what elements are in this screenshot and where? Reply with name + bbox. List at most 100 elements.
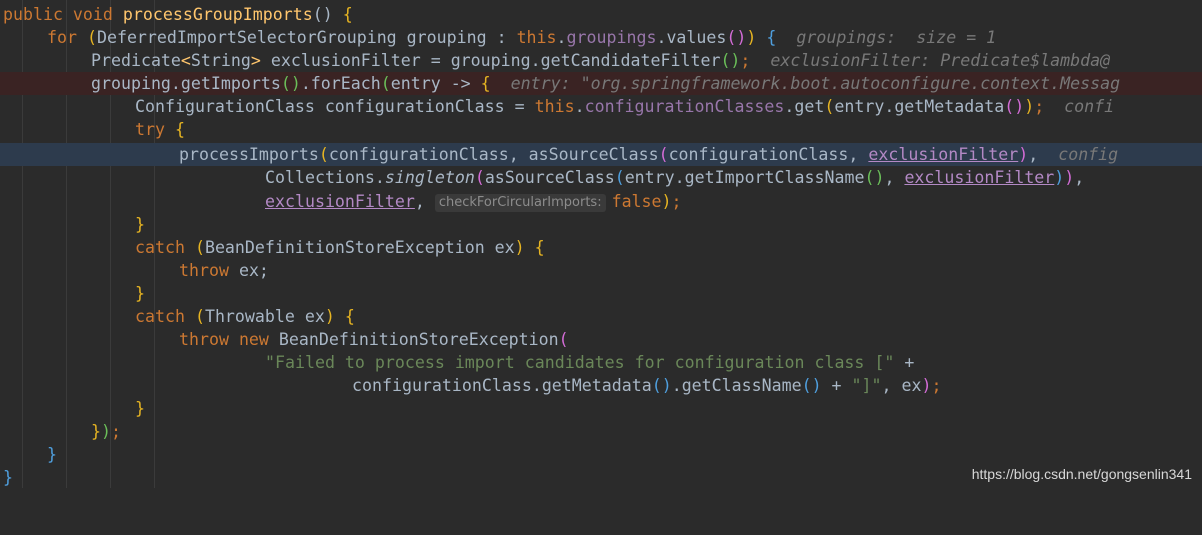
comma: , [1074, 168, 1085, 187]
brace: { [766, 28, 777, 47]
paren: ) [1064, 168, 1075, 187]
code-line[interactable]: catch (Throwable ex) { [0, 305, 1202, 328]
code-line[interactable]: configurationClass.getMetadata().getClas… [0, 374, 1202, 397]
paren: ( [558, 330, 569, 349]
brace: { [344, 307, 355, 326]
method-call: .values [656, 28, 727, 47]
arguments: configurationClass, asSourceClass [328, 145, 659, 164]
class-ref: BeanDefinitionStoreException [278, 330, 559, 349]
field: groupings [566, 28, 657, 47]
comma: , [884, 168, 905, 187]
paren: ) [1054, 168, 1065, 187]
brace: } [3, 468, 13, 487]
paren: ( [194, 238, 205, 257]
arguments: , ex [881, 376, 922, 395]
brace: { [174, 120, 185, 139]
code-line[interactable]: ConfigurationClass configurationClass = … [0, 95, 1202, 118]
code-line[interactable]: catch (BeanDefinitionStoreException ex) … [0, 236, 1202, 259]
lambda: entry -> [390, 74, 481, 93]
inline-debug-value: groupings: size = 1 [776, 28, 997, 47]
inline-debug-value: config [1038, 145, 1119, 164]
field: configurationClasses [584, 97, 785, 116]
generic-bracket: < [180, 51, 191, 70]
parens: () [312, 5, 343, 24]
generic-bracket: > [250, 51, 261, 70]
parens: () [720, 51, 741, 70]
paren: ) [1024, 97, 1035, 116]
keyword: catch [135, 307, 195, 326]
keyword: catch [135, 238, 195, 257]
code-line[interactable]: exclusionFilter, checkForCircularImports… [0, 190, 1202, 213]
brace: } [135, 399, 145, 418]
keyword: try [135, 120, 175, 139]
inline-debug-value: confi [1044, 97, 1115, 116]
semicolon: ; [111, 422, 121, 441]
field: exclusionFilter [904, 168, 1055, 187]
brace: } [91, 422, 101, 441]
paren: ) [514, 238, 525, 257]
paren: ) [101, 422, 111, 441]
keyword: for [47, 28, 87, 47]
code-line[interactable]: }); [0, 420, 1202, 443]
code-line[interactable]: "Failed to process import candidates for… [0, 351, 1202, 374]
operator: + [821, 376, 852, 395]
parens: () [1004, 97, 1025, 116]
method-name: processGroupImports [122, 5, 313, 24]
code-line[interactable]: Predicate<String> exclusionFilter = grou… [0, 49, 1202, 72]
semicolon: ; [1034, 97, 1045, 116]
method-call: configurationClass.getMetadata [352, 376, 652, 395]
field: exclusionFilter [868, 145, 1019, 164]
comma: , [1028, 145, 1039, 164]
keyword: false [611, 192, 662, 211]
code-line[interactable]: } [0, 213, 1202, 236]
semicolon: ; [931, 376, 942, 395]
parens: () [864, 168, 885, 187]
class-ref: Collections. [265, 168, 385, 187]
paren: ( [474, 168, 485, 187]
statement: ConfigurationClass configurationClass = [135, 97, 535, 116]
field: exclusionFilter [265, 192, 415, 211]
parens: () [726, 28, 747, 47]
keyword: throw [179, 261, 239, 280]
method-call: entry.getMetadata [834, 97, 1005, 116]
code-line[interactable]: } [0, 397, 1202, 420]
catch-param: Throwable ex [204, 307, 325, 326]
method-call: asSourceClass [484, 168, 615, 187]
arguments: configurationClass, [668, 145, 869, 164]
loop-declaration: DeferredImportSelectorGrouping grouping … [96, 28, 517, 47]
code-line[interactable]: try { [0, 118, 1202, 141]
brace: } [47, 445, 57, 464]
paren: ) [921, 376, 932, 395]
semicolon: ; [671, 192, 682, 211]
parens: () [280, 74, 301, 93]
code-line[interactable]: public void processGroupImports() { [0, 3, 1202, 26]
paren: ( [318, 145, 329, 164]
parens: () [801, 376, 822, 395]
brace: { [534, 238, 545, 257]
keyword: public void [3, 5, 123, 24]
breakpoint-line[interactable]: grouping.getImports().forEach(entry -> {… [0, 72, 1202, 95]
code-line[interactable]: throw new BeanDefinitionStoreException( [0, 328, 1202, 351]
watermark: https://blog.csdn.net/gongsenlin341 [971, 466, 1192, 482]
paren: ) [1018, 145, 1029, 164]
code-editor[interactable]: public void processGroupImports() { for … [0, 0, 1202, 488]
generic-type: String [190, 51, 251, 70]
string-literal: "Failed to process import candidates for… [265, 353, 895, 372]
statement: grouping.getImports [91, 74, 281, 93]
code-line[interactable]: Collections.singleton(asSourceClass(entr… [0, 166, 1202, 189]
code-line[interactable]: } [0, 443, 1202, 466]
code-line[interactable]: } [0, 282, 1202, 305]
type: Predicate [91, 51, 181, 70]
parens: () [651, 376, 672, 395]
statement: ex; [238, 261, 269, 280]
code-line[interactable]: throw ex; [0, 259, 1202, 282]
code-line[interactable]: for (DeferredImportSelectorGrouping grou… [0, 26, 1202, 49]
statement: exclusionFilter = grouping.getCandidateF… [260, 51, 721, 70]
operator: + [894, 353, 915, 372]
paren: ( [194, 307, 205, 326]
current-execution-line[interactable]: processImports(configurationClass, asSou… [0, 143, 1202, 166]
keyword: this [534, 97, 575, 116]
comma: , [414, 192, 435, 211]
dot: . [556, 28, 567, 47]
